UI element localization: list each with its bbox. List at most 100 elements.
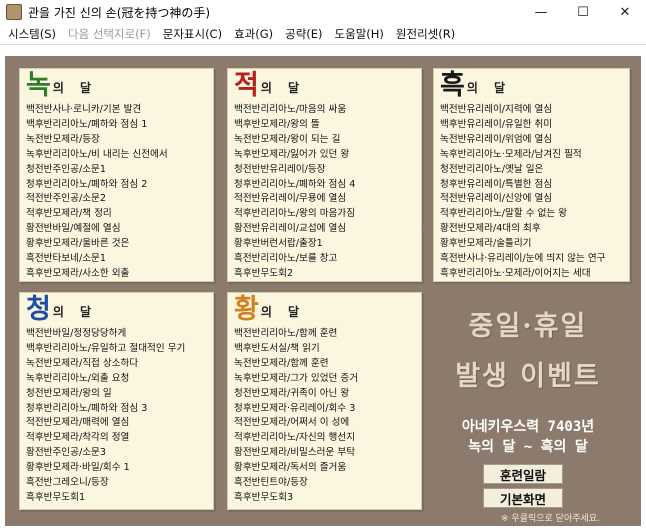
minimize-button[interactable]: — <box>520 0 562 24</box>
event-item: 황전반모제라/4대의 최후 <box>440 223 541 235</box>
event-item: 흑전반타보네/소문1 <box>26 253 106 265</box>
event-item: 청후반유리레이/특별한 점심 <box>440 178 553 190</box>
event-item: 백후반리리아노/폐하와 점심 1 <box>26 118 148 130</box>
event-item: 흑전반리리아노/보를 창고 <box>234 253 338 265</box>
event-item: 녹전반모제라/등장 <box>26 133 100 145</box>
window-controls: — ☐ ✕ <box>520 0 646 24</box>
event-item: 청전반모제라/귀족이 아닌 왕 <box>234 387 350 399</box>
main-screen-button[interactable]: 기본화면 <box>483 488 563 508</box>
event-item: 백전반리리아노/마음의 싸움 <box>234 104 347 115</box>
event-item: 백전반유리레이/지력에 열심 <box>440 104 553 115</box>
event-item: 적후반모제라/책 정리 <box>26 208 112 220</box>
event-item: 녹전반유리레이/위엄에 열심 <box>440 133 553 145</box>
month-suffix: 의 달 <box>52 305 98 319</box>
calendar-range: 녹의 달 ~ 흑의 달 <box>468 439 588 455</box>
month-char: 녹 <box>26 70 51 101</box>
close-button[interactable]: ✕ <box>604 0 646 24</box>
event-item: 적전반유리레이/신앙에 열심 <box>440 193 553 205</box>
event-list: 백전반리리아노/함께 훈련 백후반도서실/책 읽기 녹전반모제라/함께 훈련 녹… <box>234 327 358 506</box>
event-item: 적전반모제라/매력에 열심 <box>26 417 130 429</box>
maximize-button[interactable]: ☐ <box>562 0 604 24</box>
month-char: 황 <box>234 294 259 325</box>
event-list: 백전반바일/정정당당하게 백후반리리아노/유일하고 절대적인 무기 녹전반모제라… <box>26 327 185 506</box>
event-item: 적전반유리레이/무용에 열심 <box>234 193 347 205</box>
event-item: 백전반리리아노/함께 훈련 <box>234 328 338 339</box>
calendar-year: 아네키우스력 7403년 <box>461 419 595 435</box>
event-item: 황후반모제라/술틀리기 <box>440 238 532 250</box>
menu-effects[interactable]: 효과(G) <box>228 26 279 42</box>
event-list: 백전반사냐·로니카/기본 발견 백후반리리아노/폐하와 점심 1 녹전반모제라/… <box>26 103 168 282</box>
event-item: 흑전반그레오니/등장 <box>26 477 109 489</box>
event-item: 녹후반모제라/잃어가 있던 왕 <box>234 148 350 160</box>
month-suffix: 의 달 <box>260 81 306 95</box>
event-item: 청전반반유리레이/등장 <box>234 163 326 175</box>
event-item: 녹전반모제라/직접 상소하다 <box>26 357 139 369</box>
panel-green-month: 녹 의 달 백전반사냐·로니카/기본 발견 백후반리리아노/폐하와 점심 1 녹… <box>19 68 214 282</box>
event-list: 백전반리리아노/마음의 싸움 백후반모제라/왕의 뜰 녹전반모제라/왕이 되는 … <box>234 103 355 282</box>
promo-title-line2: 발생 이벤트 <box>455 361 601 392</box>
panel-black-month: 흑 의 달 백전반유리레이/지력에 열심 백후반유리레이/유일한 취미 녹전반유… <box>433 68 630 282</box>
close-hint: ※ 우클릭으로 닫아주세요. <box>501 514 600 524</box>
app-icon[interactable] <box>6 4 22 20</box>
training-list-button[interactable]: 훈련일람 <box>483 464 563 484</box>
event-item: 흑후반리리아노·모제라/이어지는 세대 <box>440 267 591 279</box>
event-list: 백전반유리레이/지력에 열심 백후반유리레이/유일한 취미 녹전반유리레이/위엄… <box>440 103 605 282</box>
month-suffix: 의 달 <box>466 81 512 95</box>
event-item: 흑후반무도회2 <box>234 267 294 279</box>
event-item: 황후반모제라/울바른 것은 <box>26 238 130 250</box>
event-item: 흑후반모제라/사소한 외출 <box>26 267 130 279</box>
menu-next-choice: 다음 선택지로(F) <box>68 27 151 41</box>
event-item: 청후반모제라·유리레이/회수 3 <box>234 402 356 414</box>
menu-walkthrough[interactable]: 공략(E) <box>279 26 328 42</box>
event-item: 백후반도서실/책 읽기 <box>234 342 320 354</box>
event-item: 적후반리리아노/자신의 행선지 <box>234 432 356 444</box>
panel-yellow-month: 황 의 달 백전반리리아노/함께 훈련 백후반도서실/책 읽기 녹전반모제라/함… <box>227 292 422 510</box>
event-item: 황전반모제라/비밀스러운 부탁 <box>234 447 356 459</box>
event-item: 흑후반무도회3 <box>234 491 294 503</box>
month-char: 청 <box>26 294 51 325</box>
event-item: 녹후반리리아노/외출 요청 <box>26 372 130 384</box>
panel-red-month: 적 의 달 백전반리리아노/마음의 싸움 백후반모제라/왕의 뜰 녹전반모제라/… <box>227 68 422 282</box>
event-item: 청전반리리아노/옛날 일은 <box>440 163 544 175</box>
panel-heading: 적 의 달 <box>234 71 305 101</box>
event-item: 녹후반리리아노/비 내리는 신전에서 <box>26 148 168 160</box>
event-item: 청후반리리아노/폐하와 점심 3 <box>26 402 148 414</box>
event-item: 황후반버런서랍/출장1 <box>234 238 323 250</box>
event-item: 적후반모제라/착각의 정열 <box>26 432 130 444</box>
panel-heading: 흑 의 달 <box>440 71 511 101</box>
panel-heading: 황 의 달 <box>234 295 305 325</box>
panel-blue-month: 청 의 달 백전반바일/정정당당하게 백후반리리아노/유일하고 절대적인 무기 … <box>19 292 214 510</box>
event-item: 녹후반모제라/그가 있었던 증거 <box>234 372 359 384</box>
event-item: 청후반리리아노/폐하와 점심 2 <box>26 178 148 190</box>
title-bar: 관을 가진 신의 손(冠を持つ神の手) — ☐ ✕ <box>0 0 646 24</box>
window-title: 관을 가진 신의 손(冠を持つ神の手) <box>28 5 211 20</box>
walkthrough-screen: ◆ ◆ 녹 의 달 백전반사냐·로니카/기본 발견 백후반리리아노/폐하와 점심… <box>5 56 641 526</box>
event-item: 적후반리리아노/말할 수 없는 왕 <box>440 208 568 220</box>
event-item: 녹후반리리아노·모제라/남겨진 필적 <box>440 148 582 160</box>
event-item: 흑후반무도회1 <box>26 491 86 503</box>
event-item: 백후반유리레이/유일한 취미 <box>440 118 553 130</box>
event-item: 황후반모제라·바일/회수 1 <box>26 462 130 474</box>
panel-heading: 녹 의 달 <box>26 71 97 101</box>
menu-help[interactable]: 도움말(H) <box>329 26 390 42</box>
event-item: 청전반주인공/소문1 <box>26 163 106 175</box>
event-item: 녹전반모제라/왕이 되는 길 <box>234 133 341 145</box>
event-item: 청전반모제라/왕의 일 <box>26 387 112 399</box>
menu-reset[interactable]: 원전리셋(R) <box>390 26 461 42</box>
event-item: 녹전반모제라/함께 훈련 <box>234 357 329 369</box>
event-item: 황전반주인공/소문3 <box>26 447 106 459</box>
event-item: 백전반바일/정정당당하게 <box>26 328 127 339</box>
month-suffix: 의 달 <box>52 81 98 95</box>
event-item: 적후반리리아노/왕의 마음가짐 <box>234 208 356 220</box>
event-item: 백전반사냐·로니카/기본 발견 <box>26 104 142 115</box>
event-item: 적전반주인공/소문2 <box>26 193 106 205</box>
menu-text-display[interactable]: 문자표시(C) <box>157 26 228 42</box>
month-char: 적 <box>234 70 259 101</box>
promo-title-line1: 중일·휴일 <box>468 311 588 342</box>
event-item: 황전반바일/예절에 열심 <box>26 223 121 235</box>
event-item: 백후반리리아노/유일하고 절대적인 무기 <box>26 342 186 354</box>
menu-bar: 시스템(S) 다음 선택지로(F) 문자표시(C) 효과(G) 공략(E) 도움… <box>0 24 646 45</box>
menu-system[interactable]: 시스템(S) <box>2 26 62 42</box>
event-item: 흑전반틴트야/등장 <box>234 477 308 489</box>
month-suffix: 의 달 <box>260 305 306 319</box>
